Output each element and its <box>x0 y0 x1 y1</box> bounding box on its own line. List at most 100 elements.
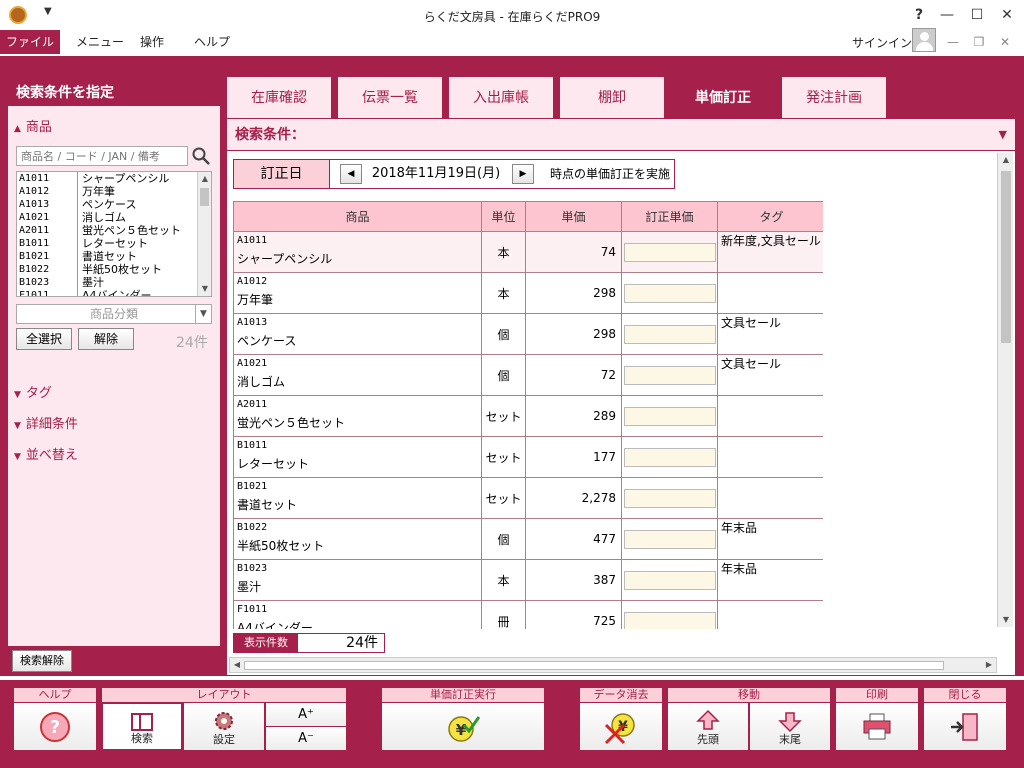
table-row[interactable]: A1021 消しゴム 個 72 文具セール <box>233 354 823 396</box>
scroll-right-icon[interactable]: ▶ <box>982 658 996 672</box>
list-item[interactable]: B1022 半紙50枚セット <box>17 263 211 276</box>
ribbon-close-icon[interactable]: ✕ <box>994 32 1016 52</box>
product-list-scrollbar[interactable]: ▲ ▼ <box>197 172 211 296</box>
tab-inventory[interactable]: 棚卸 <box>559 76 665 118</box>
scroll-down-icon[interactable]: ▼ <box>998 613 1014 627</box>
menu-file[interactable]: ファイル <box>0 30 60 54</box>
scroll-thumb[interactable] <box>1001 171 1011 343</box>
move-last-button[interactable]: 末尾 <box>750 703 830 750</box>
scroll-thumb[interactable] <box>200 188 209 206</box>
cell-corrected-price[interactable] <box>621 231 718 273</box>
clear-search-button[interactable]: 検索解除 <box>12 650 72 672</box>
corrected-price-input[interactable] <box>624 365 716 385</box>
layout-settings-button[interactable]: 設定 <box>184 703 264 750</box>
section-product[interactable]: 商品 <box>14 116 52 135</box>
menu-help[interactable]: ヘルプ <box>182 30 242 54</box>
cell-corrected-price[interactable] <box>621 354 718 396</box>
cell-product[interactable]: A1013 ペンケース <box>233 313 482 355</box>
select-all-button[interactable]: 全選択 <box>16 328 72 350</box>
execute-price-correction-button[interactable]: ¥ <box>382 703 544 750</box>
cell-corrected-price[interactable] <box>621 395 718 437</box>
cell-corrected-price[interactable] <box>621 600 718 629</box>
cell-product[interactable]: B1011 レターセット <box>233 436 482 478</box>
deselect-button[interactable]: 解除 <box>78 328 134 350</box>
correction-date-value[interactable]: 2018年11月19日(月) <box>366 164 506 184</box>
list-item[interactable]: B1011 レターセット <box>17 237 211 250</box>
ribbon-restore-icon[interactable]: ❐ <box>968 32 990 52</box>
help-icon[interactable]: ? <box>904 4 934 26</box>
list-item[interactable]: A2011 蛍光ペン５色セット <box>17 224 211 237</box>
menu-menu[interactable]: メニュー <box>64 30 136 54</box>
chevron-down-icon[interactable]: ▼ <box>195 305 211 323</box>
grid-scrollbar[interactable]: ▲ ▼ <box>997 153 1013 627</box>
font-increase-button[interactable]: A⁺ <box>266 703 346 726</box>
print-button[interactable] <box>836 703 918 750</box>
font-decrease-button[interactable]: A⁻ <box>266 727 346 750</box>
cell-corrected-price[interactable] <box>621 436 718 478</box>
list-item[interactable]: F1011 A4バインダー <box>17 289 211 296</box>
ribbon-minimize-icon[interactable]: — <box>942 32 964 52</box>
tab-slip-list[interactable]: 伝票一覧 <box>337 76 443 118</box>
table-row[interactable]: B1011 レターセット セット 177 <box>233 436 823 478</box>
table-row[interactable]: A1011 シャープペンシル 本 74 新年度,文具セール <box>233 231 823 273</box>
corrected-price-input[interactable] <box>624 570 716 590</box>
date-next-button[interactable]: ▶ <box>512 164 534 184</box>
header-price[interactable]: 単価 <box>525 201 622 232</box>
table-row[interactable]: B1023 墨汁 本 387 年末品 <box>233 559 823 601</box>
tab-stock-check[interactable]: 在庫確認 <box>226 76 332 118</box>
section-tag[interactable]: タグ <box>14 382 52 401</box>
header-tag[interactable]: タグ <box>717 201 823 232</box>
cell-corrected-price[interactable] <box>621 313 718 355</box>
menu-operation[interactable]: 操作 <box>128 30 176 54</box>
list-item[interactable]: A1013 ペンケース <box>17 198 211 211</box>
grid-horizontal-scrollbar[interactable]: ◀ ▶ <box>229 657 997 673</box>
corrected-price-input[interactable] <box>624 324 716 344</box>
corrected-price-input[interactable] <box>624 447 716 467</box>
section-detail[interactable]: 詳細条件 <box>14 413 78 432</box>
chevron-down-icon[interactable]: ▼ <box>999 119 1007 151</box>
product-list[interactable]: A1011 シャープペンシル A1012 万年筆 A1013 ペンケース A1021 消しゴム… <box>16 171 212 297</box>
list-item[interactable]: B1021 書道セット <box>17 250 211 263</box>
minimize-button[interactable]: — <box>932 4 962 26</box>
cell-corrected-price[interactable] <box>621 272 718 314</box>
corrected-price-input[interactable] <box>624 529 716 549</box>
list-item[interactable]: B1023 墨汁 <box>17 276 211 289</box>
header-unit[interactable]: 単位 <box>481 201 526 232</box>
help-button[interactable]: ? <box>14 703 96 750</box>
signin-link[interactable]: サインイン <box>852 34 912 51</box>
cell-product[interactable]: F1011 A4バインダー <box>233 600 482 629</box>
corrected-price-input[interactable] <box>624 488 716 508</box>
cell-product[interactable]: B1023 墨汁 <box>233 559 482 601</box>
tab-order-plan[interactable]: 発注計画 <box>781 76 887 118</box>
cell-product[interactable]: A1011 シャープペンシル <box>233 231 482 273</box>
close-app-button[interactable] <box>924 703 1006 750</box>
corrected-price-input[interactable] <box>624 242 716 262</box>
restore-button[interactable]: ☐ <box>962 4 992 26</box>
scroll-left-icon[interactable]: ◀ <box>230 658 244 672</box>
cell-corrected-price[interactable] <box>621 477 718 519</box>
category-select[interactable]: 商品分類 ▼ <box>16 304 212 324</box>
section-sort[interactable]: 並べ替え <box>14 444 78 463</box>
date-prev-button[interactable]: ◀ <box>340 164 362 184</box>
scroll-thumb[interactable] <box>244 661 944 670</box>
cell-product[interactable]: B1022 半紙50枚セット <box>233 518 482 560</box>
corrected-price-input[interactable] <box>624 406 716 426</box>
scroll-down-icon[interactable]: ▼ <box>198 282 211 296</box>
cell-product[interactable]: A2011 蛍光ペン５色セット <box>233 395 482 437</box>
table-row[interactable]: B1022 半紙50枚セット 個 477 年末品 <box>233 518 823 560</box>
table-row[interactable]: A2011 蛍光ペン５色セット セット 289 <box>233 395 823 437</box>
table-row[interactable]: B1021 書道セット セット 2,278 <box>233 477 823 519</box>
cell-corrected-price[interactable] <box>621 518 718 560</box>
cell-product[interactable]: A1021 消しゴム <box>233 354 482 396</box>
table-row[interactable]: A1013 ペンケース 個 298 文具セール <box>233 313 823 355</box>
avatar-icon[interactable] <box>912 28 936 52</box>
layout-search-button[interactable]: 検索 <box>102 703 182 750</box>
table-row[interactable]: F1011 A4バインダー 冊 725 <box>233 600 823 629</box>
header-corrected-price[interactable]: 訂正単価 <box>621 201 718 232</box>
delete-data-button[interactable]: ¥ <box>580 703 662 750</box>
list-item[interactable]: A1012 万年筆 <box>17 185 211 198</box>
search-icon[interactable] <box>191 146 211 166</box>
corrected-price-input[interactable] <box>624 611 716 629</box>
cell-corrected-price[interactable] <box>621 559 718 601</box>
scroll-up-icon[interactable]: ▲ <box>998 153 1014 167</box>
